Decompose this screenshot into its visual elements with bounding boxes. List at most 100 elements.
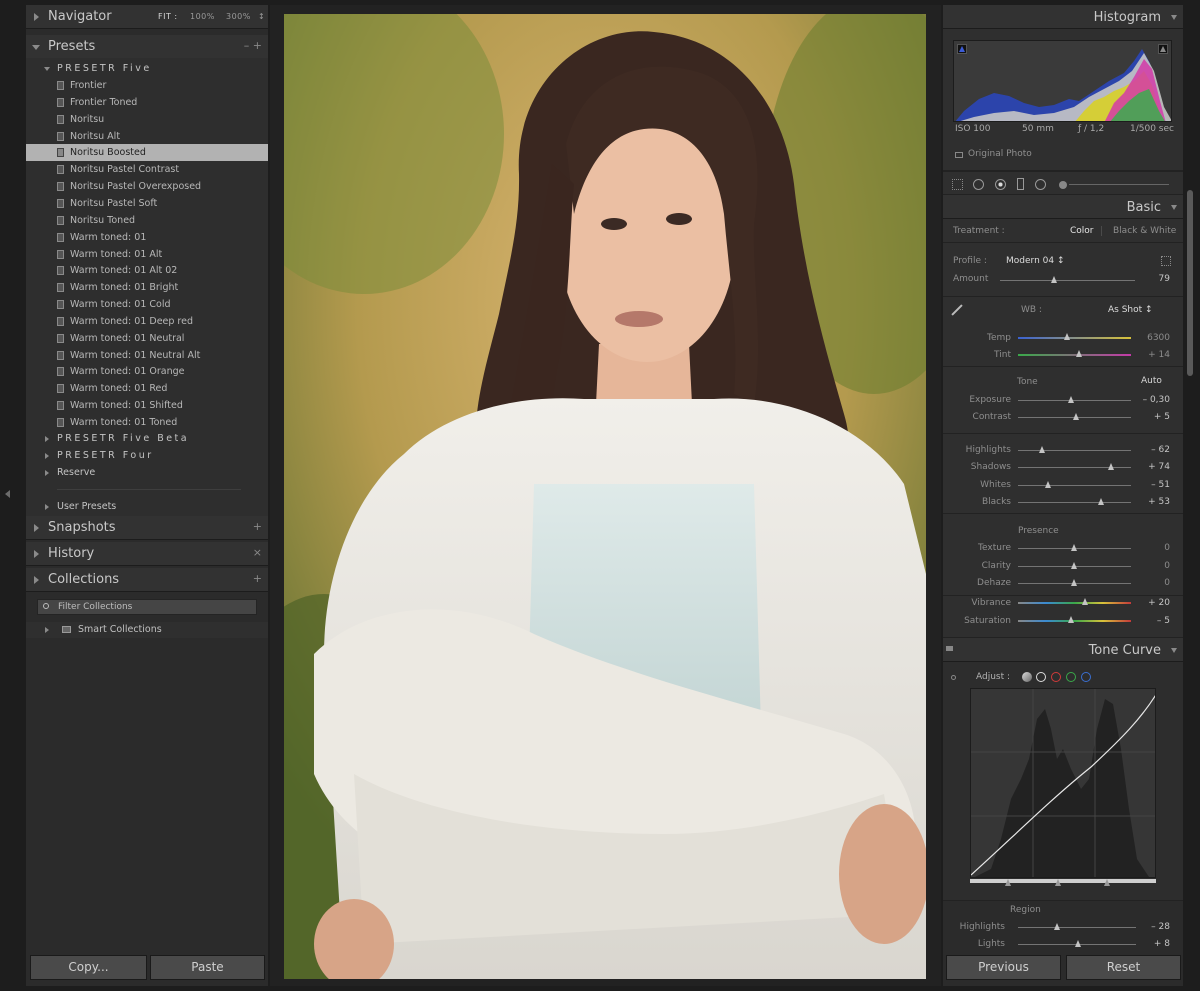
preset-item[interactable]: Warm toned: 01 Alt	[26, 246, 268, 263]
whites-slider-knob[interactable]	[1045, 481, 1051, 488]
preset-item[interactable]: Warm toned: 01 Cold	[26, 296, 268, 313]
highlight-split-knob[interactable]	[1104, 879, 1110, 886]
preset-folder-four[interactable]: PRESETR Four	[26, 447, 268, 464]
midtone-split-knob[interactable]	[1055, 879, 1061, 886]
dehaze-slider-knob[interactable]	[1071, 579, 1077, 586]
tint-slider-track[interactable]	[1018, 354, 1131, 356]
collapse-arrow-icon[interactable]	[1171, 15, 1177, 20]
brush-icon[interactable]	[1059, 181, 1067, 189]
wb-eyedropper-icon[interactable]	[951, 304, 963, 316]
temp-value[interactable]: 6300	[1136, 333, 1170, 343]
expand-arrow-icon[interactable]	[34, 550, 39, 558]
zoom-fit[interactable]: FIT :	[158, 12, 178, 21]
original-photo-label[interactable]: Original Photo	[968, 149, 1032, 159]
blacks-slider-track[interactable]	[1018, 502, 1131, 503]
preset-item[interactable]: Warm toned: 01	[26, 229, 268, 246]
curve-lights-knob[interactable]	[1075, 940, 1081, 947]
panel-toggle-icon[interactable]	[946, 646, 953, 651]
blue-channel-icon[interactable]	[1081, 672, 1091, 682]
tone-curve-graph[interactable]	[970, 688, 1156, 878]
preset-item[interactable]: Warm toned: 01 Red	[26, 380, 268, 397]
folder-closed-arrow-icon[interactable]	[45, 453, 49, 459]
collapse-arrow-icon[interactable]	[1171, 205, 1177, 210]
highlight-clipping-icon[interactable]	[1158, 44, 1168, 54]
preset-item[interactable]: Warm toned: 01 Bright	[26, 279, 268, 296]
exposure-slider-knob[interactable]	[1068, 396, 1074, 403]
preset-item[interactable]: Noritsu Pastel Overexposed	[26, 178, 268, 195]
snapshots-header[interactable]: Snapshots +	[26, 516, 268, 540]
histogram-chart[interactable]	[953, 40, 1172, 122]
folder-closed-arrow-icon[interactable]	[45, 470, 49, 476]
whites-slider-track[interactable]	[1018, 485, 1131, 486]
zoom-300[interactable]: 300%	[226, 12, 251, 21]
amount-slider-track[interactable]	[1000, 280, 1135, 281]
reset-button[interactable]: Reset	[1066, 955, 1181, 980]
collections-header[interactable]: Collections +	[26, 568, 268, 592]
zoom-100[interactable]: 100%	[190, 12, 215, 21]
treatment-bw-button[interactable]: Black & White	[1113, 226, 1176, 236]
preset-item[interactable]: Warm toned: 01 Neutral Alt	[26, 347, 268, 364]
contrast-value[interactable]: + 5	[1136, 412, 1170, 422]
blacks-slider-knob[interactable]	[1098, 498, 1104, 505]
preset-folder-reserve[interactable]: Reserve	[26, 464, 268, 481]
collapse-arrow-icon[interactable]	[1171, 648, 1177, 653]
preset-item[interactable]: Warm toned: 01 Orange	[26, 363, 268, 380]
curve-lights-value[interactable]: + 8	[1136, 939, 1170, 949]
basic-header[interactable]: Basic	[943, 195, 1183, 219]
preset-folder-user[interactable]: User Presets	[26, 498, 268, 515]
brush-slider[interactable]	[1069, 184, 1169, 185]
exposure-slider-track[interactable]	[1018, 400, 1131, 401]
presets-header[interactable]: Presets – +	[26, 35, 268, 59]
shadows-slider-knob[interactable]	[1108, 463, 1114, 470]
highlights-slider-track[interactable]	[1018, 450, 1131, 451]
shadows-value[interactable]: + 74	[1136, 462, 1170, 472]
contrast-slider-knob[interactable]	[1073, 413, 1079, 420]
preset-item[interactable]: Frontier	[26, 77, 268, 94]
amount-slider-knob[interactable]	[1051, 276, 1057, 283]
graduated-filter-icon[interactable]	[1017, 178, 1024, 190]
clarity-value[interactable]: 0	[1136, 561, 1170, 571]
preset-item[interactable]: Noritsu Boosted	[26, 144, 268, 162]
copy-button[interactable]: Copy...	[30, 955, 147, 980]
tint-value[interactable]: + 14	[1136, 350, 1170, 360]
highlights-slider-knob[interactable]	[1039, 446, 1045, 453]
shadow-clipping-icon[interactable]	[957, 44, 967, 54]
wb-dropdown[interactable]: As Shot ↕	[1108, 305, 1153, 315]
texture-slider-knob[interactable]	[1071, 544, 1077, 551]
histogram-header[interactable]: Histogram	[943, 5, 1183, 29]
preset-item[interactable]: Frontier Toned	[26, 94, 268, 111]
filter-collections-input[interactable]: Filter Collections	[37, 599, 257, 615]
preset-item[interactable]: Noritsu Alt	[26, 128, 268, 145]
treatment-color-button[interactable]: Color	[1070, 226, 1094, 236]
shadow-split-knob[interactable]	[1005, 879, 1011, 886]
add-collection-button[interactable]: +	[253, 572, 262, 585]
shadows-slider-track[interactable]	[1018, 467, 1131, 468]
radial-filter-icon[interactable]	[1035, 179, 1046, 190]
target-adjust-icon[interactable]	[951, 675, 956, 680]
curve-split-bar[interactable]	[970, 879, 1156, 883]
smart-collections-item[interactable]: Smart Collections	[26, 622, 268, 638]
add-snapshot-button[interactable]: +	[253, 520, 262, 533]
curve-highlights-value[interactable]: – 28	[1136, 922, 1170, 932]
red-channel-icon[interactable]	[1051, 672, 1061, 682]
previous-button[interactable]: Previous	[946, 955, 1061, 980]
dehaze-value[interactable]: 0	[1136, 578, 1170, 588]
temp-slider-track[interactable]	[1018, 337, 1131, 339]
tint-slider-knob[interactable]	[1076, 350, 1082, 357]
preset-folder-five-beta[interactable]: PRESETR Five Beta	[26, 430, 268, 447]
highlights-value[interactable]: – 62	[1136, 445, 1170, 455]
parametric-curve-icon[interactable]	[1022, 672, 1032, 682]
curve-highlights-track[interactable]	[1018, 927, 1136, 928]
preset-item[interactable]: Warm toned: 01 Toned	[26, 414, 268, 431]
navigator-header[interactable]: Navigator FIT : 100% 300% ↕	[26, 5, 268, 29]
history-header[interactable]: History ×	[26, 542, 268, 566]
right-panel-scrollbar[interactable]	[1187, 190, 1193, 376]
vibrance-slider-knob[interactable]	[1082, 598, 1088, 605]
expand-arrow-icon[interactable]	[34, 13, 39, 21]
exposure-value[interactable]: – 0,30	[1136, 395, 1170, 405]
clear-history-button[interactable]: ×	[253, 546, 262, 559]
tone-auto-button[interactable]: Auto	[1141, 376, 1162, 386]
point-curve-rgb-icon[interactable]	[1036, 672, 1046, 682]
preset-item[interactable]: Warm toned: 01 Neutral	[26, 330, 268, 347]
red-eye-icon[interactable]	[995, 179, 1006, 190]
